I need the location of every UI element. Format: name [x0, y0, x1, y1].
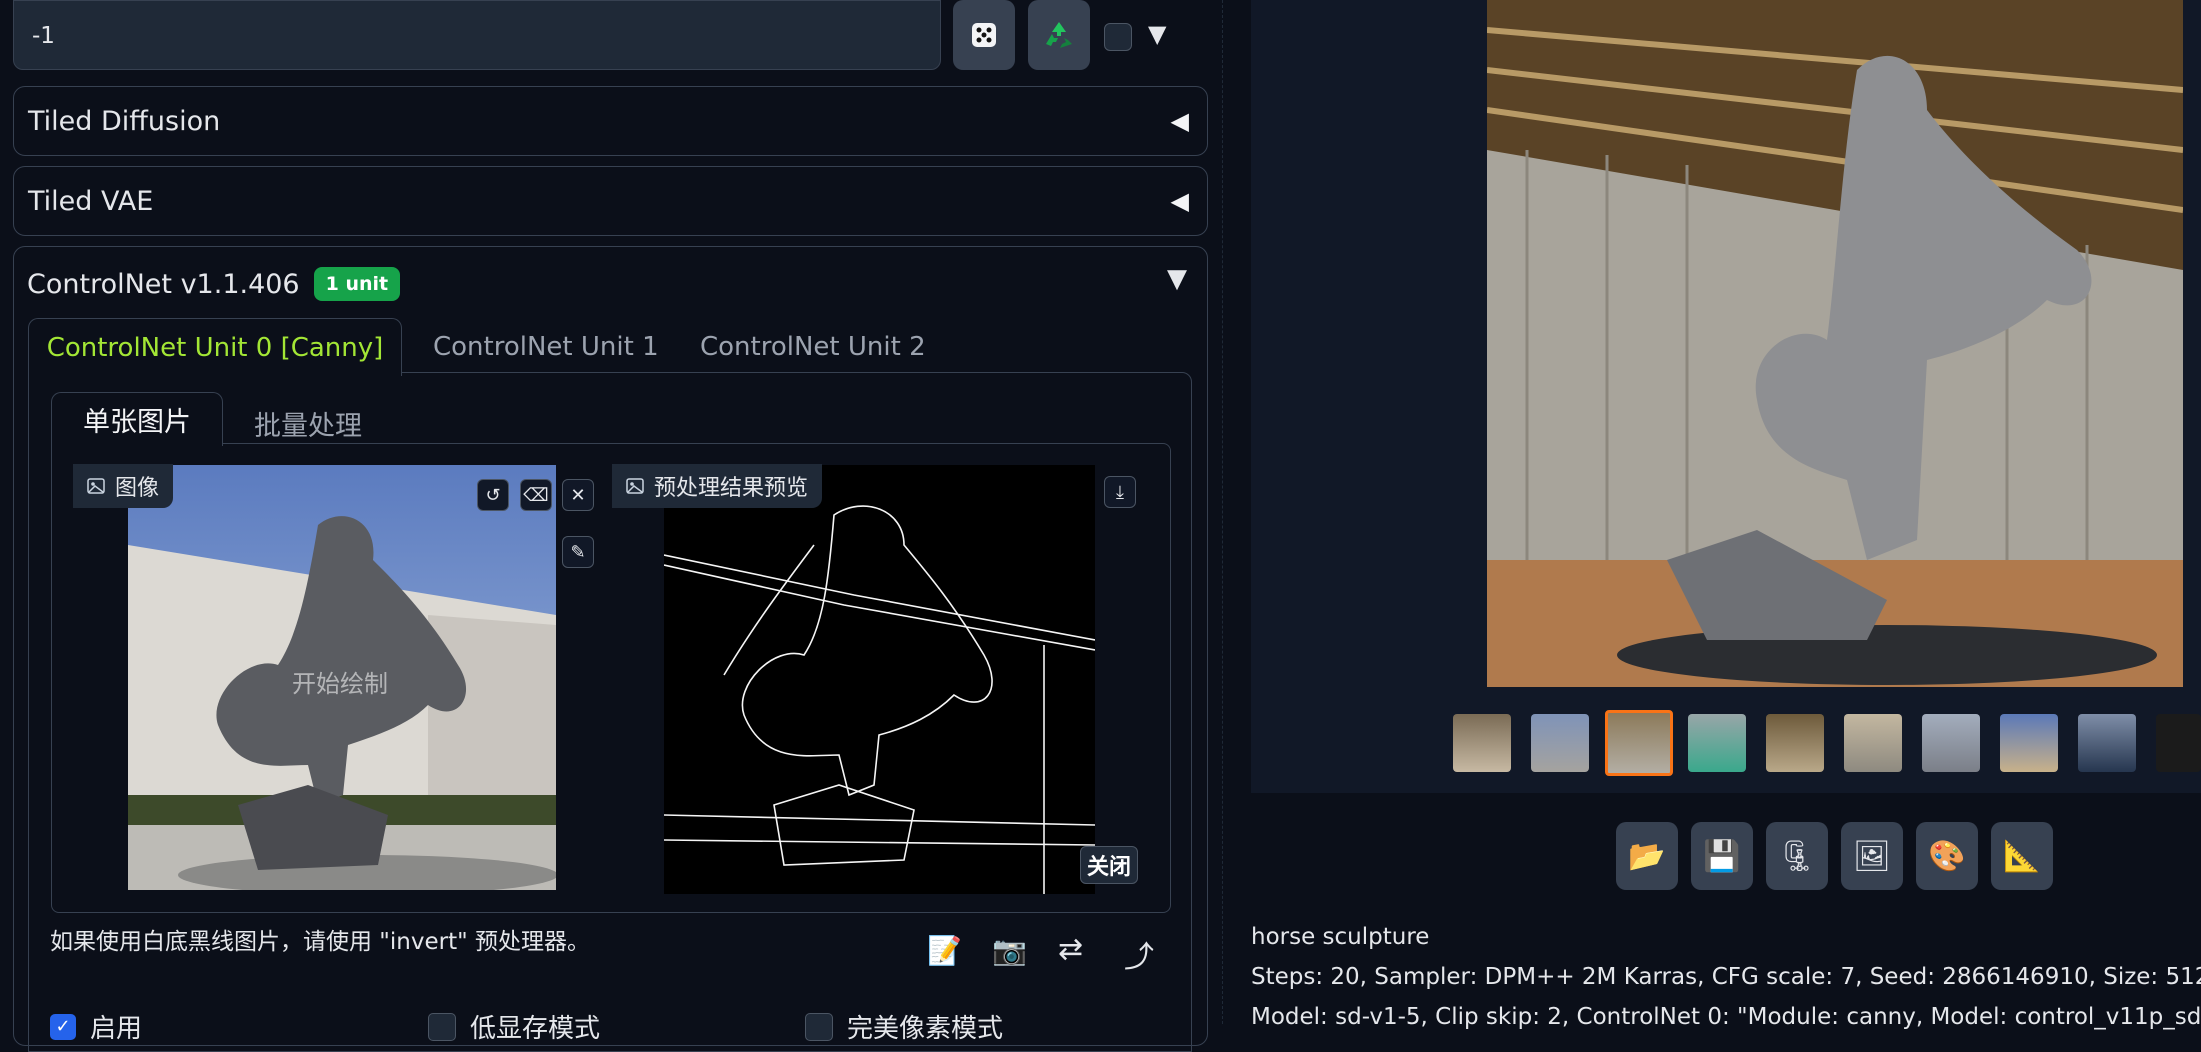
close-icon[interactable]: ✕ — [562, 479, 594, 511]
column-divider — [1222, 0, 1223, 1024]
tab-batch[interactable]: 批量处理 — [254, 404, 362, 443]
tab-label: 单张图片 — [83, 407, 191, 438]
folder-icon: 📂 — [1628, 838, 1666, 874]
expand-triangle-icon[interactable]: ▼ — [1167, 264, 1187, 294]
gallery-thumbnail-selected[interactable] — [1605, 710, 1673, 776]
preview-label-chip: 预处理结果预览 — [612, 464, 823, 508]
tab-label: ControlNet Unit 1 — [433, 332, 659, 362]
seed-value: -1 — [32, 23, 55, 49]
output-image[interactable] — [1487, 0, 2183, 687]
zip-icon: 🗜 — [1777, 838, 1817, 874]
send-dimensions-icon[interactable]: ⤴ — [1124, 932, 1154, 976]
checkbox[interactable] — [428, 1012, 456, 1041]
enable-checkbox-row[interactable]: ✓ 启用 — [50, 1008, 142, 1045]
image-icon — [626, 478, 644, 494]
recycle-icon — [1046, 22, 1072, 48]
tab-label: 批量处理 — [254, 411, 362, 442]
palette-icon: 🎨 — [1928, 838, 1966, 874]
eraser-icon[interactable]: ⌫ — [520, 479, 552, 511]
checkbox-label: 启用 — [90, 1014, 143, 1044]
send-to-extras-button[interactable]: 📐 — [1991, 822, 2053, 890]
extra-seed-checkbox[interactable] — [1104, 23, 1132, 51]
generation-params-line-2: Model: sd-v1-5, Clip skip: 2, ControlNet… — [1251, 1004, 2201, 1030]
undo-icon[interactable]: ↺ — [477, 479, 509, 511]
save-button[interactable]: 💾 — [1691, 822, 1753, 890]
close-preview-button[interactable]: 关闭 — [1080, 846, 1139, 884]
generation-params-line-1: Steps: 20, Sampler: DPM++ 2M Karras, CFG… — [1251, 964, 2201, 990]
controlnet-header[interactable]: ControlNet v1.1.406 1 unit — [27, 262, 401, 306]
tab-label: ControlNet Unit 2 — [700, 332, 926, 362]
ruler-icon: 📐 — [2003, 838, 2041, 874]
start-drawing-overlay[interactable]: 开始绘制 — [292, 664, 388, 699]
checkbox-label: 完美像素模式 — [847, 1014, 1004, 1044]
notepad-icon[interactable]: 📝 — [927, 934, 962, 967]
gallery-thumbnail[interactable] — [1766, 714, 1824, 772]
seed-input[interactable]: -1 — [13, 0, 941, 70]
tiled-diffusion-accordion[interactable]: Tiled Diffusion ◀ — [13, 86, 1208, 156]
open-folder-button[interactable]: 📂 — [1616, 822, 1678, 890]
controlnet-title: ControlNet v1.1.406 — [27, 268, 300, 300]
brush-icon[interactable]: ✎ — [562, 536, 594, 568]
send-to-img2img-button[interactable]: 🖼 — [1841, 822, 1903, 890]
low-vram-checkbox-row[interactable]: 低显存模式 — [428, 1008, 600, 1045]
image-icon — [87, 478, 105, 494]
gallery-thumbnail[interactable] — [2156, 714, 2201, 772]
accordion-title: Tiled Diffusion — [28, 105, 221, 137]
gallery-thumbnail[interactable] — [1688, 714, 1746, 772]
gallery-thumbnail[interactable] — [2000, 714, 2058, 772]
collapse-triangle-icon: ◀ — [1170, 187, 1189, 215]
random-seed-button[interactable] — [953, 0, 1015, 70]
checkmark-icon[interactable]: ✓ — [50, 1013, 76, 1040]
image-icon: 🖼 — [1852, 838, 1892, 874]
reuse-seed-button[interactable] — [1028, 0, 1090, 70]
checkbox-label: 低显存模式 — [470, 1014, 601, 1044]
tab-label: ControlNet Unit 0 [Canny] — [46, 332, 384, 363]
dice-icon — [972, 23, 996, 47]
camera-icon[interactable]: 📷 — [992, 934, 1027, 967]
preprocessor-preview-image — [664, 465, 1095, 894]
tab-controlnet-unit-1[interactable]: ControlNet Unit 1 — [433, 332, 659, 362]
invert-hint-text: 如果使用白底黑线图片，请使用 "invert" 预处理器。 — [50, 929, 590, 955]
unit-count-badge: 1 unit — [313, 267, 401, 301]
tab-controlnet-unit-2[interactable]: ControlNet Unit 2 — [700, 332, 926, 362]
tab-controlnet-unit-0[interactable]: ControlNet Unit 0 [Canny] — [28, 318, 402, 376]
pixel-perfect-checkbox-row[interactable]: 完美像素模式 — [805, 1008, 1003, 1045]
gallery-thumbnail[interactable] — [1453, 714, 1511, 772]
prompt-text: horse sculpture — [1251, 924, 1430, 950]
tab-single-image[interactable]: 单张图片 — [51, 392, 223, 446]
tiled-vae-accordion[interactable]: Tiled VAE ◀ — [13, 166, 1208, 236]
gallery-thumbnail[interactable] — [1844, 714, 1902, 772]
gallery-thumbnail[interactable] — [1922, 714, 1980, 772]
preview-label: 预处理结果预览 — [654, 476, 809, 501]
collapse-triangle-icon: ◀ — [1170, 107, 1189, 135]
download-icon[interactable]: ⤓ — [1104, 476, 1136, 508]
gallery-thumbnail[interactable] — [2078, 714, 2136, 772]
extra-seed-toggle-icon[interactable]: ▼ — [1148, 20, 1166, 48]
accordion-title: Tiled VAE — [28, 185, 154, 217]
save-icon: 💾 — [1703, 838, 1741, 874]
zip-button[interactable]: 🗜 — [1766, 822, 1828, 890]
image-label-chip: 图像 — [73, 464, 174, 508]
checkbox[interactable] — [805, 1012, 833, 1041]
send-to-inpaint-button[interactable]: 🎨 — [1916, 822, 1978, 890]
gallery-thumbnail[interactable] — [1531, 714, 1589, 772]
swap-icon[interactable]: ⇄ — [1058, 932, 1083, 967]
image-label: 图像 — [115, 476, 160, 501]
